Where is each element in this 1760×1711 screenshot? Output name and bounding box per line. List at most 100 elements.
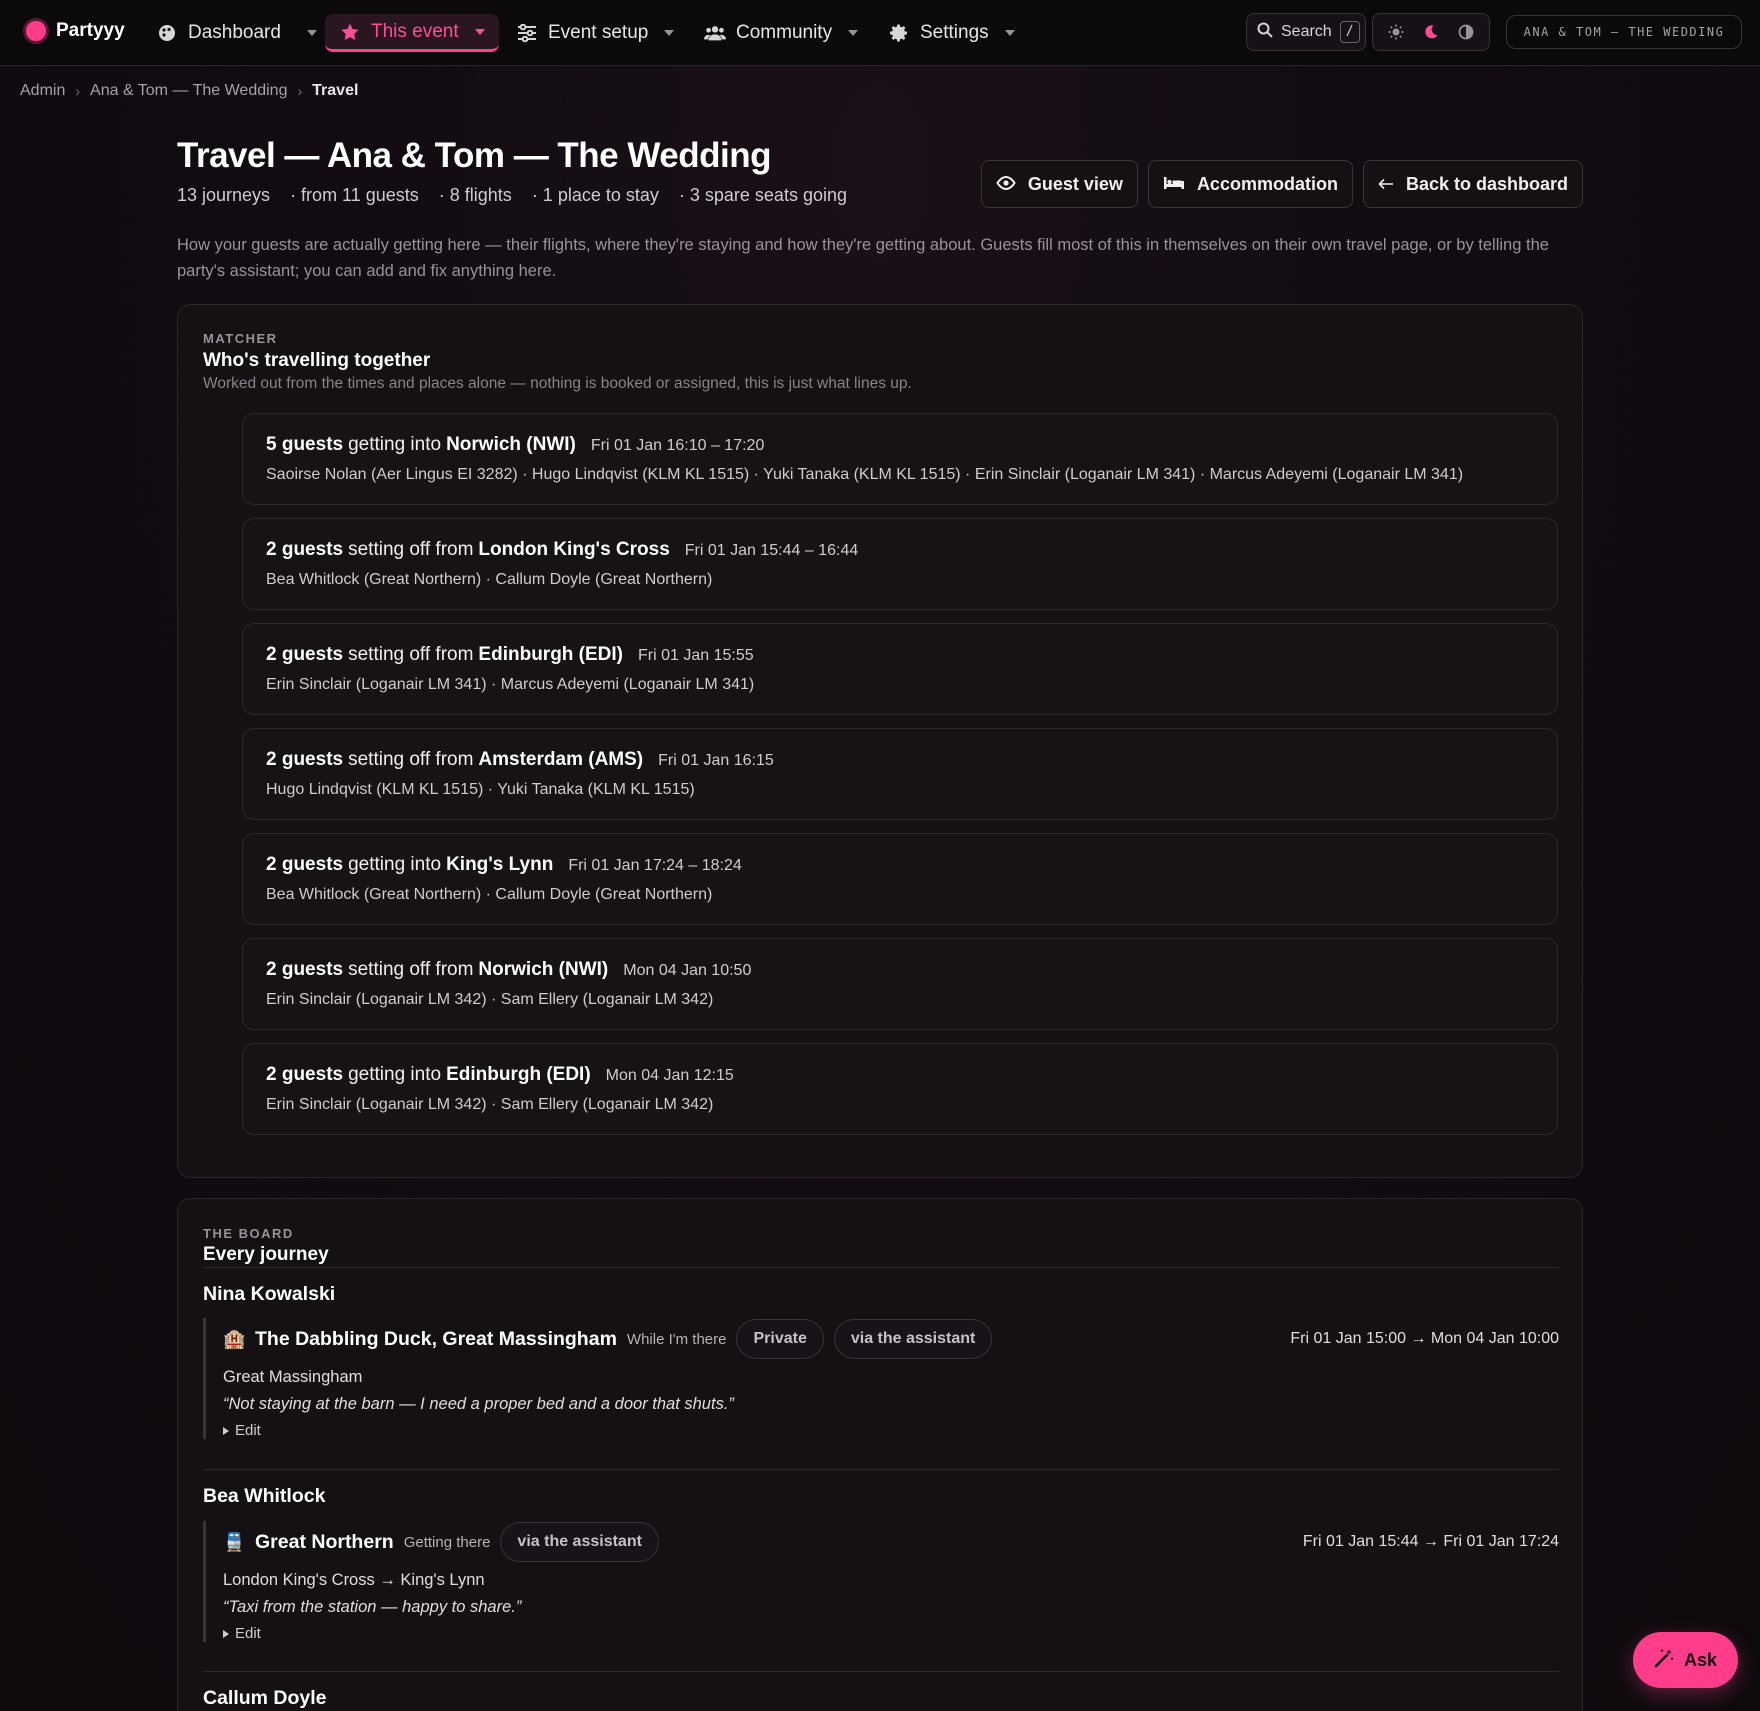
board-card: THE BOARD Every journey Nina Kowalski 🏨 …	[177, 1198, 1583, 1711]
match-group: 2 guests setting off from London King's Cr…	[242, 518, 1558, 610]
gear-icon	[888, 22, 910, 44]
group-count: 2 guests	[266, 644, 344, 665]
group-time: Mon 04 Jan 10:50	[623, 962, 752, 979]
journey-dates: Fri 01 Jan 15:00 → Mon 04 Jan 10:00	[1290, 1330, 1559, 1347]
breadcrumb-current: Travel	[312, 82, 359, 99]
match-group: 2 guests getting into King's Lynn Fri 01 Ja…	[242, 833, 1558, 925]
accommodation-button[interactable]: Accommodation	[1147, 160, 1353, 208]
match-group: 5 guests getting into Norwich (NWI) Fri 01 …	[242, 413, 1558, 505]
chevron-down-icon	[1004, 30, 1015, 36]
group-time: Fri 01 Jan 16:10 – 17:20	[590, 437, 765, 454]
nav-community[interactable]: Community	[704, 14, 859, 52]
journey-title: The Dabbling Duck, Great Massingham	[255, 1327, 617, 1350]
edit-label: Edit	[235, 1625, 261, 1642]
nav-dashboard[interactable]: Dashboard	[156, 14, 317, 52]
stat-places: · 1 place to stay	[531, 185, 659, 205]
source-badge: via the assistant	[500, 1522, 659, 1562]
accommodation-label: Accommodation	[1196, 173, 1338, 194]
group-verb: getting into	[348, 1064, 442, 1085]
match-group: 2 guests setting off from Amsterdam (AMS) F…	[242, 728, 1558, 820]
group-verb: getting into	[348, 434, 442, 455]
group-verb: getting into	[348, 854, 442, 875]
group-count: 2 guests	[266, 1064, 344, 1085]
group-count: 5 guests	[266, 434, 344, 455]
eye-icon	[996, 174, 1016, 195]
edit-toggle[interactable]: Edit	[223, 1422, 1559, 1439]
edit-toggle[interactable]: Edit	[223, 1625, 1559, 1642]
breadcrumb-admin[interactable]: Admin	[20, 82, 65, 100]
board-title: Every journey	[203, 1244, 329, 1265]
nav-settings[interactable]: Settings	[888, 14, 1015, 52]
journey-place: Great Massingham	[223, 1368, 363, 1386]
board-kicker: THE BOARD	[203, 1226, 294, 1241]
stat-spare-seats: · 3 spare seats going	[678, 185, 847, 205]
divider	[203, 1267, 1559, 1268]
theme-dark-button[interactable]	[1417, 18, 1445, 46]
header-actions: Guest view Accommodation Back to dashboa…	[980, 160, 1583, 208]
breadcrumb: Admin › Ana & Tom — The Wedding › Travel	[20, 82, 358, 100]
group-place: Norwich (NWI)	[478, 959, 609, 980]
breadcrumb-event[interactable]: Ana & Tom — The Wedding	[90, 82, 287, 100]
guest-view-label: Guest view	[1027, 173, 1123, 194]
group-place: Edinburgh (EDI)	[446, 1064, 591, 1085]
group-verb: setting off from	[348, 959, 474, 980]
guest-name: Bea Whitlock	[203, 1485, 326, 1507]
edit-label: Edit	[235, 1422, 261, 1439]
brand-logo-icon	[26, 21, 46, 41]
breadcrumb-separator: ›	[75, 83, 81, 99]
back-to-dashboard-button[interactable]: Back to dashboard	[1362, 160, 1583, 208]
group-verb: setting off from	[348, 749, 474, 770]
brand-name: Partyyy	[56, 20, 125, 41]
theme-contrast-button[interactable]	[1452, 18, 1480, 46]
stat-journeys: 13 journeys	[177, 185, 271, 205]
divider	[203, 1671, 1559, 1672]
contrast-icon	[1458, 24, 1474, 40]
search-icon	[1257, 22, 1273, 43]
magic-wand-icon	[1654, 1648, 1674, 1673]
search-button[interactable]: Search /	[1246, 13, 1366, 51]
stat-guests: · from 11 guests	[290, 185, 419, 205]
group-time: Fri 01 Jan 16:15	[658, 752, 774, 769]
disclosure-triangle-icon	[223, 1426, 229, 1435]
group-people: Erin Sinclair (Loganair LM 341) · Marcus…	[266, 676, 755, 693]
intro-text: How your guests are actually getting her…	[177, 236, 1549, 280]
journey-kind: Getting there	[403, 1533, 491, 1551]
star-icon	[339, 21, 361, 43]
palette-icon	[156, 22, 178, 44]
group-people: Bea Whitlock (Great Northern) · Callum D…	[266, 886, 713, 903]
sun-icon	[1388, 24, 1404, 40]
group-place: King's Lynn	[446, 854, 554, 875]
guest-name: Callum Doyle	[203, 1687, 327, 1709]
theme-light-button[interactable]	[1382, 18, 1410, 46]
group-people: Erin Sinclair (Loganair LM 342) · Sam El…	[266, 991, 714, 1008]
chevron-down-icon	[848, 30, 859, 36]
group-verb: setting off from	[348, 539, 474, 560]
group-place: Norwich (NWI)	[446, 434, 576, 455]
group-time: Fri 01 Jan 17:24 – 18:24	[568, 857, 742, 874]
current-event-pill[interactable]: ANA & TOM — THE WEDDING	[1506, 15, 1742, 49]
group-place: London King's Cross	[478, 539, 670, 560]
matcher-card: MATCHER Who's travelling together Worked…	[177, 304, 1583, 1178]
private-badge: Private	[736, 1319, 824, 1359]
journey-note: “Taxi from the station — happy to share.…	[223, 1598, 522, 1616]
stat-flights: · 8 flights	[438, 185, 512, 205]
nav-event-setup[interactable]: Event setup	[516, 14, 675, 52]
group-people: Erin Sinclair (Loganair LM 342) · Sam El…	[266, 1096, 714, 1113]
search-shortcut: /	[1339, 21, 1360, 43]
nav-this-event-label: This event	[371, 20, 459, 42]
group-count: 2 guests	[266, 749, 344, 770]
brand[interactable]: Partyyy	[26, 20, 125, 42]
ask-assistant-button[interactable]: Ask	[1633, 1632, 1738, 1688]
group-time: Mon 04 Jan 12:15	[605, 1067, 734, 1084]
group-verb: setting off from	[348, 644, 474, 665]
disclosure-triangle-icon	[223, 1629, 229, 1638]
nav-this-event[interactable]: This event	[325, 14, 499, 52]
journey-place: London King's Cross → King's Lynn	[223, 1571, 485, 1589]
back-label: Back to dashboard	[1405, 173, 1568, 194]
train-icon: 🚆	[223, 1531, 246, 1552]
matcher-kicker: MATCHER	[203, 331, 278, 346]
nav-settings-label: Settings	[920, 22, 989, 43]
ask-label: Ask	[1683, 1649, 1718, 1670]
nav-event-setup-label: Event setup	[548, 22, 649, 43]
guest-view-button[interactable]: Guest view	[980, 160, 1138, 208]
